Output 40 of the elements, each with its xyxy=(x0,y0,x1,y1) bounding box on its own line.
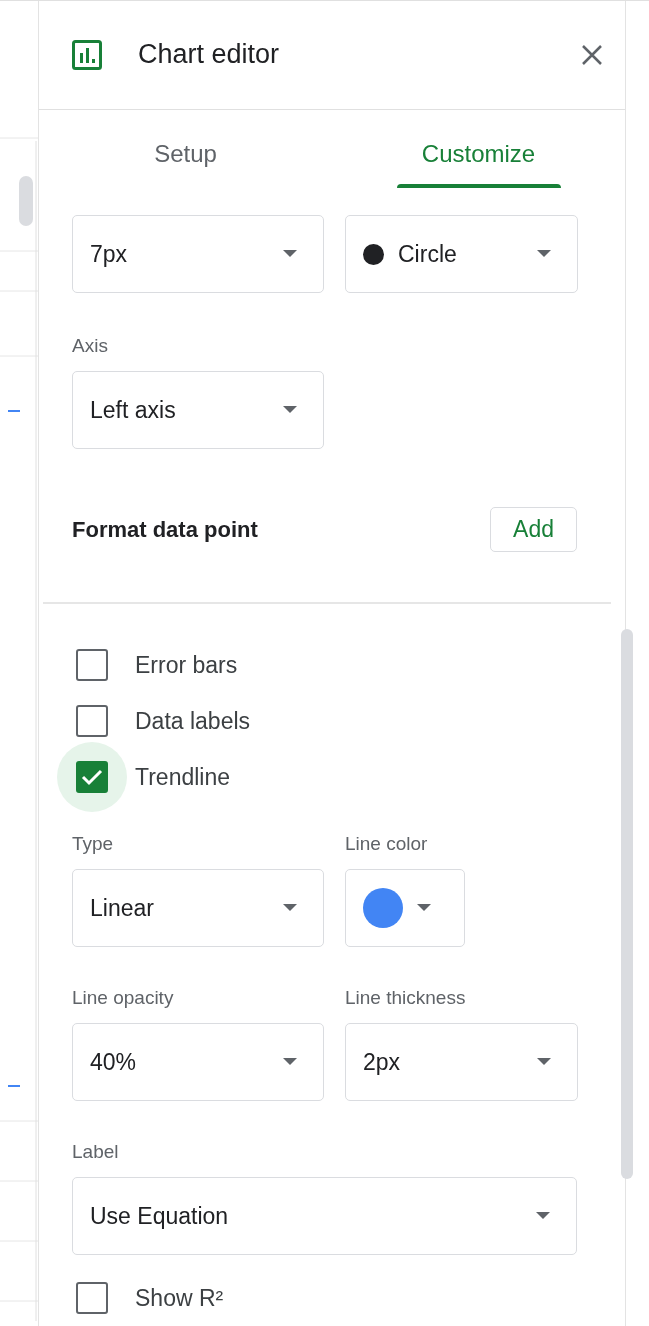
caret-icon xyxy=(417,904,431,912)
tab[interactable]: Setup xyxy=(39,131,332,201)
dropdown[interactable]: 40% xyxy=(72,1023,324,1101)
panel-title: Chart editor xyxy=(138,39,281,71)
checkbox-label: Show R² xyxy=(135,1284,224,1312)
dropdown[interactable]: Linear xyxy=(72,869,324,947)
caret-icon xyxy=(537,1058,551,1066)
caret-icon xyxy=(536,1212,550,1220)
circle-icon xyxy=(363,243,384,265)
checkbox-label: Data labels xyxy=(135,707,251,735)
checkbox[interactable] xyxy=(76,1282,108,1314)
checkbox[interactable] xyxy=(76,649,108,681)
dropdown[interactable] xyxy=(345,869,465,947)
field-label: Line opacity xyxy=(72,987,175,1009)
caret-icon xyxy=(283,250,297,258)
field-label: Type xyxy=(72,833,115,855)
dropdown[interactable]: Circle xyxy=(345,215,578,293)
scrollbar-thumb[interactable] xyxy=(19,176,33,226)
add-button[interactable]: Add xyxy=(490,507,577,552)
field-label: Line color xyxy=(345,833,429,855)
chart-icon xyxy=(72,39,102,70)
checkbox-label: Error bars xyxy=(135,651,238,679)
checkbox-label: Trendline xyxy=(135,763,231,791)
section-heading: Format data point xyxy=(72,516,258,543)
dropdown[interactable]: Use Equation xyxy=(72,1177,577,1255)
checkbox[interactable] xyxy=(76,705,108,737)
caret-icon xyxy=(283,904,297,912)
dropdown[interactable]: Left axis xyxy=(72,371,324,449)
checkbox[interactable] xyxy=(76,761,108,793)
caret-icon xyxy=(283,1058,297,1066)
check-icon xyxy=(81,768,103,786)
scrollbar-thumb[interactable] xyxy=(621,629,633,1179)
field-label: Axis xyxy=(72,335,109,357)
tab[interactable]: Customize xyxy=(332,131,625,201)
field-label: Line thickness xyxy=(345,987,467,1009)
caret-icon xyxy=(283,406,297,414)
caret-icon xyxy=(537,250,551,258)
dropdown[interactable]: 2px xyxy=(345,1023,578,1101)
dropdown[interactable]: 7px xyxy=(72,215,324,293)
field-label: Label xyxy=(72,1141,120,1163)
